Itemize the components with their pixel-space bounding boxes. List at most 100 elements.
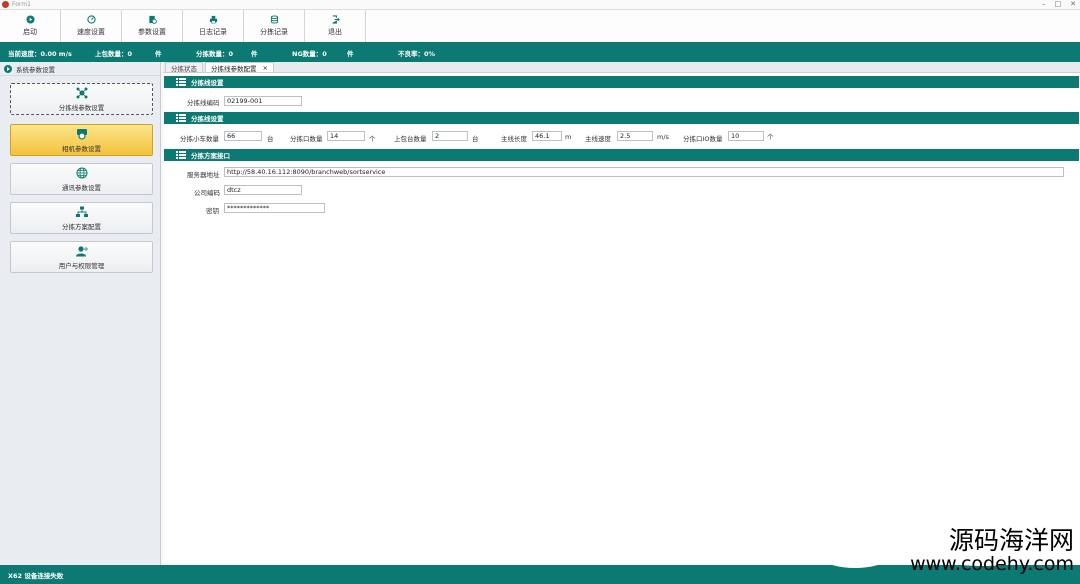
start-label: 启动: [23, 28, 37, 36]
list-icon: [176, 78, 186, 86]
section-plan-interface-header: 分拣方案接口: [164, 149, 1079, 161]
watermark-url: www.codehy.com: [910, 553, 1074, 575]
database-icon: [270, 15, 278, 24]
nav-user-permission-label: 用户与权限管理: [58, 261, 105, 270]
window-controls: – □ ✕: [1042, 0, 1076, 9]
watermark-title: 源码海洋网: [948, 526, 1074, 555]
log-button[interactable]: 日志记录: [183, 10, 244, 42]
watermark-blob: [795, 488, 915, 568]
company-code-label: 公司编码: [194, 189, 220, 197]
company-code-input[interactable]: dtcz: [224, 185, 302, 195]
tab-line-config[interactable]: 分拣线参数配置 ×: [205, 62, 274, 73]
outlet-io-unit: 个: [767, 133, 774, 141]
sorted-count: 分拣数量：0: [196, 50, 234, 58]
nav-comm-params-label: 通讯参数设置: [62, 183, 101, 192]
current-speed: 当前速度：0.00 m/s: [8, 50, 72, 58]
nav-comm-params[interactable]: 通讯参数设置: [10, 163, 153, 195]
nav-line-params-label: 分拣线参数设置: [58, 103, 105, 112]
nav-sort-plan-label: 分拣方案配置: [62, 222, 101, 231]
line-code-input[interactable]: 02199-001: [224, 96, 302, 106]
sort-records-button[interactable]: 分拣记录: [244, 10, 305, 42]
play-icon: [25, 15, 35, 24]
section-line-params-title: 分拣线设置: [191, 115, 224, 123]
camera-icon: [76, 128, 87, 140]
network-icon: [76, 87, 87, 98]
upload-count-unit: 台: [472, 135, 479, 143]
title-bar: Form1 – □ ✕: [0, 0, 1080, 10]
globe-icon: [76, 167, 87, 178]
tab-strip: 分拣状态 分拣线参数配置 ×: [163, 62, 1080, 73]
sort-records-label: 分拣记录: [260, 28, 288, 36]
app-icon: [2, 1, 9, 8]
cart-count-input[interactable]: 66: [224, 131, 262, 141]
close-tab-icon[interactable]: ×: [263, 64, 268, 72]
flow-icon: [75, 206, 88, 217]
system-settings-panel: 系统参数设置 分拣线参数设置 相机参数设置 通讯参数设置 分拣方案配置 用户与权…: [0, 62, 161, 565]
collapse-icon: [4, 64, 12, 73]
sorted-unit: 件: [251, 50, 258, 58]
maximize-button[interactable]: □: [1055, 0, 1062, 9]
user-icon: [75, 245, 88, 256]
list-icon: [176, 114, 186, 122]
nav-camera-params-label: 相机参数设置: [62, 144, 101, 153]
upload-count: 上包数量：0: [95, 50, 133, 58]
outlet-io-label: 分拣口IO数量: [683, 135, 723, 143]
nav-camera-params[interactable]: 相机参数设置: [10, 124, 153, 156]
ng-unit: 件: [347, 50, 354, 58]
start-button[interactable]: 启动: [0, 10, 61, 42]
outlet-count-unit: 个: [369, 135, 376, 143]
cart-count-label: 分拣小车数量: [180, 135, 219, 143]
ng-count: NG数量：0: [292, 50, 327, 58]
exit-icon: [332, 15, 340, 24]
line-code-label: 分拣线编码: [187, 99, 220, 107]
main-content: 分拣状态 分拣线参数配置 × 分拣线设置 分拣线编码 02199-001 分拣线…: [163, 62, 1080, 565]
panel-header-label: 系统参数设置: [16, 65, 55, 74]
speed-icon: [86, 15, 96, 24]
password-input[interactable]: *************: [224, 203, 325, 213]
section-line-params-header: 分拣线设置: [164, 112, 1079, 124]
exit-label: 退出: [328, 28, 342, 36]
server-address-label: 服务器地址: [187, 171, 220, 179]
section-line-settings-title: 分拣线设置: [191, 79, 224, 87]
nav-line-params[interactable]: 分拣线参数设置: [10, 83, 153, 115]
panel-header[interactable]: 系统参数设置: [0, 62, 160, 76]
speed-settings-button[interactable]: 速度设置: [61, 10, 122, 42]
outlet-io-input[interactable]: 10: [728, 131, 764, 141]
section-line-settings-header: 分拣线设置: [164, 76, 1079, 88]
upload-count-label: 上包台数量: [394, 135, 427, 143]
status-bar: 当前速度：0.00 m/s 上包数量：0 件 分拣数量：0 件 NG数量：0 件…: [0, 42, 1080, 62]
server-address-input[interactable]: http://58.40.16.112:8090/branchweb/sorts…: [224, 167, 1064, 177]
printer-icon: [209, 15, 217, 24]
minimize-button[interactable]: –: [1042, 0, 1046, 9]
log-label: 日志记录: [199, 28, 227, 36]
nav-sort-plan[interactable]: 分拣方案配置: [10, 202, 153, 234]
line-length-input[interactable]: 46.1: [532, 131, 562, 141]
line-speed-label: 主线速度: [585, 135, 611, 143]
outlet-count-label: 分拣口数量: [290, 135, 323, 143]
param-settings-label: 参数设置: [138, 28, 166, 36]
close-window-button[interactable]: ✕: [1070, 0, 1076, 9]
param-settings-button[interactable]: 参数设置: [122, 10, 183, 42]
defect-rate: 不良率：0%: [398, 50, 436, 58]
line-length-unit: m: [565, 133, 572, 141]
line-speed-unit: m/s: [657, 133, 669, 141]
window-title: Form1: [12, 1, 31, 8]
line-speed-input[interactable]: 2.5: [617, 131, 653, 141]
exit-button[interactable]: 退出: [305, 10, 366, 42]
tab-sort-status[interactable]: 分拣状态: [165, 62, 203, 73]
connection-status-text: X62 设备连接失败: [8, 572, 64, 580]
speed-settings-label: 速度设置: [77, 28, 105, 36]
tab-line-config-label: 分拣线参数配置: [211, 64, 257, 73]
nav-user-permission[interactable]: 用户与权限管理: [10, 241, 153, 273]
watermark: 源码海洋网 www.codehy.com: [910, 528, 1074, 574]
tab-sort-status-label: 分拣状态: [171, 64, 197, 73]
gear-doc-icon: [148, 15, 157, 24]
outlet-count-input[interactable]: 14: [327, 131, 365, 141]
password-label: 密钥: [206, 207, 219, 215]
upload-unit: 件: [155, 50, 162, 58]
cart-count-unit: 台: [267, 135, 274, 143]
upload-count-input[interactable]: 2: [432, 131, 468, 141]
main-toolbar: 启动 速度设置 参数设置 日志记录 分拣记录 退出: [0, 10, 1080, 42]
section-plan-interface-title: 分拣方案接口: [191, 152, 230, 160]
line-length-label: 主线长度: [501, 135, 527, 143]
